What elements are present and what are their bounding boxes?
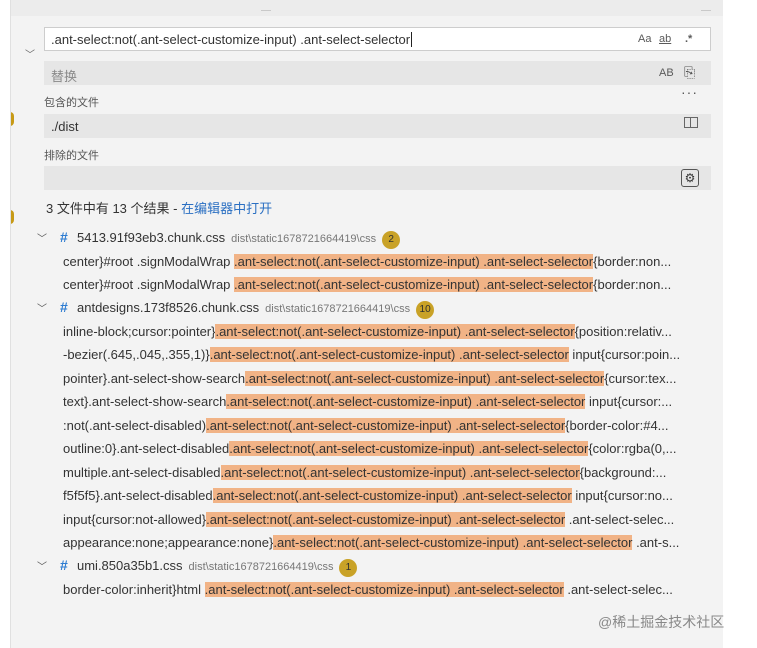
- match-case-button[interactable]: Aa: [638, 32, 651, 46]
- match-highlight: .ant-select:not(.ant-select-customize-in…: [273, 535, 633, 550]
- results-summary: 3 文件中有 13 个结果 - 在编辑器中打开: [46, 198, 272, 217]
- match-context-before: outline:0}.ant-select-disabled: [63, 441, 230, 456]
- file-name: antdesigns.173f8526.chunk.css: [77, 300, 260, 315]
- match-context-after: {background:...: [579, 465, 667, 480]
- file-path: dist\static1678721664419\css: [231, 233, 377, 245]
- match-row[interactable]: input{cursor:not-allowed}.ant-select:not…: [63, 508, 715, 531]
- match-row[interactable]: center}#root .signModalWrap .ant-select:…: [63, 273, 715, 296]
- file-result-row[interactable]: ﹀ # 5413.91f93eb3.chunk.css dist\static16…: [11, 227, 723, 251]
- match-context-after: input{cursor:poin...: [568, 347, 681, 362]
- match-row[interactable]: -bezier(.645,.045,.355,1)}.ant-select:no…: [63, 343, 715, 366]
- match-context-after: .ant-select-selec...: [565, 512, 675, 527]
- chevron-down-icon[interactable]: ﹀: [37, 558, 47, 573]
- match-context-before: inline-block;cursor:pointer}: [63, 324, 216, 339]
- match-row[interactable]: appearance:none;appearance:none}.ant-sel…: [63, 531, 715, 554]
- match-highlight: .ant-select:not(.ant-select-customize-in…: [204, 582, 564, 597]
- match-highlight: .ant-select:not(.ant-select-customize-in…: [212, 488, 572, 503]
- file-result-row[interactable]: ﹀ # antdesigns.173f8526.chunk.css dist\st…: [11, 297, 723, 321]
- match-context-before: appearance:none;appearance:none}: [63, 535, 274, 550]
- chevron-down-icon[interactable]: ﹀: [37, 300, 47, 315]
- match-context-before: input{cursor:not-allowed}: [63, 512, 207, 527]
- replace-input[interactable]: 替换 AB: [44, 61, 711, 85]
- match-highlight: .ant-select:not(.ant-select-customize-in…: [229, 441, 589, 456]
- match-context-before: center}#root .signModalWrap: [63, 277, 235, 292]
- match-context-after: .ant-s...: [632, 535, 680, 550]
- css-file-icon: #: [60, 229, 68, 245]
- match-row[interactable]: pointer}.ant-select-show-search.ant-sele…: [63, 367, 715, 390]
- search-input[interactable]: .ant-select:not(.ant-select-customize-in…: [44, 27, 711, 51]
- search-panel: ﹀ .ant-select:not(.ant-select-customize-…: [10, 0, 723, 648]
- file-path: dist\static1678721664419\css: [265, 303, 411, 315]
- results-summary-text: 3 文件中有 13 个结果 -: [46, 201, 182, 216]
- include-label: 包含的文件: [44, 97, 99, 109]
- gutter-marker: [11, 112, 14, 126]
- match-context-after: .ant-select-selec...: [563, 582, 673, 597]
- text-caret: [411, 32, 413, 47]
- match-context-before: text}.ant-select-show-search: [63, 394, 227, 409]
- open-in-editor-link[interactable]: 在编辑器中打开: [181, 201, 272, 216]
- match-highlight: .ant-select:not(.ant-select-customize-in…: [206, 418, 566, 433]
- match-context-after: input{cursor:no...: [571, 488, 673, 503]
- match-count-badge: 10: [416, 301, 435, 319]
- match-context-after: {cursor:tex...: [604, 371, 677, 386]
- replace-all-icon[interactable]: ⎘: [684, 64, 695, 81]
- match-context-before: :not(.ant-select-disabled): [63, 418, 207, 433]
- match-context-before: -bezier(.645,.045,.355,1)}: [63, 347, 210, 362]
- open-editors-only-icon[interactable]: [684, 117, 698, 128]
- css-file-icon: #: [60, 299, 68, 315]
- match-context-before: multiple.ant-select-disabled: [63, 465, 221, 480]
- strip-divider: [701, 4, 711, 11]
- toggle-replace-chevron-icon[interactable]: ﹀: [25, 50, 37, 62]
- search-input-value: .ant-select:not(.ant-select-customize-in…: [51, 32, 411, 47]
- use-regex-button[interactable]: .*: [685, 32, 692, 46]
- css-file-icon: #: [60, 557, 68, 573]
- match-row[interactable]: border-color:inherit}html .ant-select:no…: [63, 578, 715, 601]
- match-highlight: .ant-select:not(.ant-select-customize-in…: [245, 371, 605, 386]
- exclude-input[interactable]: [44, 166, 711, 190]
- chevron-down-icon[interactable]: ﹀: [37, 230, 47, 245]
- match-context-before: f5f5f5}.ant-select-disabled: [63, 488, 213, 503]
- match-count-badge: 2: [382, 231, 401, 249]
- match-row[interactable]: :not(.ant-select-disabled).ant-select:no…: [63, 414, 715, 437]
- match-context-after: input{cursor:...: [585, 394, 673, 409]
- match-row[interactable]: center}#root .signModalWrap .ant-select:…: [63, 250, 715, 273]
- match-highlight: .ant-select:not(.ant-select-customize-in…: [234, 254, 594, 269]
- include-value: ./dist: [51, 119, 79, 134]
- match-context-after: {color:rgba(0,...: [588, 441, 677, 456]
- top-strip: [11, 0, 723, 16]
- match-highlight: .ant-select:not(.ant-select-customize-in…: [226, 394, 586, 409]
- match-context-before: pointer}.ant-select-show-search: [63, 371, 246, 386]
- match-whole-word-button[interactable]: ab: [659, 32, 671, 46]
- file-path: dist\static1678721664419\css: [188, 561, 334, 573]
- match-highlight: .ant-select:not(.ant-select-customize-in…: [206, 512, 566, 527]
- file-result-row[interactable]: ﹀ # umi.850a35b1.css dist\static167872166…: [11, 555, 723, 579]
- match-row[interactable]: text}.ant-select-show-search.ant-select:…: [63, 390, 715, 413]
- gutter-marker: [11, 210, 14, 224]
- match-highlight: .ant-select:not(.ant-select-customize-in…: [220, 465, 580, 480]
- match-highlight: .ant-select:not(.ant-select-customize-in…: [215, 324, 575, 339]
- include-input[interactable]: ./dist: [44, 114, 711, 138]
- match-row[interactable]: outline:0}.ant-select-disabled.ant-selec…: [63, 437, 715, 460]
- file-name: 5413.91f93eb3.chunk.css: [77, 230, 226, 245]
- match-highlight: .ant-select:not(.ant-select-customize-in…: [209, 347, 569, 362]
- match-context-after: {border-color:#4...: [565, 418, 669, 433]
- more-options-icon[interactable]: ···: [681, 84, 698, 100]
- match-context-after: {position:relativ...: [574, 324, 672, 339]
- exclude-label: 排除的文件: [44, 150, 99, 162]
- match-highlight: .ant-select:not(.ant-select-customize-in…: [234, 277, 594, 292]
- strip-divider: [261, 4, 271, 11]
- match-count-badge: 1: [339, 559, 358, 577]
- file-name: umi.850a35b1.css: [77, 558, 183, 573]
- match-context-after: {border:non...: [593, 254, 672, 269]
- match-context-before: center}#root .signModalWrap: [63, 254, 235, 269]
- use-exclude-settings-gear-icon[interactable]: ⚙: [681, 169, 699, 187]
- match-row[interactable]: inline-block;cursor:pointer}.ant-select:…: [63, 320, 715, 343]
- match-context-before: border-color:inherit}html: [63, 582, 205, 597]
- watermark: @稀土掘金技术社区: [598, 614, 725, 630]
- replace-placeholder: 替换: [51, 69, 78, 84]
- match-context-after: {border:non...: [593, 277, 672, 292]
- match-row[interactable]: multiple.ant-select-disabled.ant-select:…: [63, 461, 715, 484]
- match-row[interactable]: f5f5f5}.ant-select-disabled.ant-select:n…: [63, 484, 715, 507]
- preserve-case-button[interactable]: AB: [659, 66, 674, 80]
